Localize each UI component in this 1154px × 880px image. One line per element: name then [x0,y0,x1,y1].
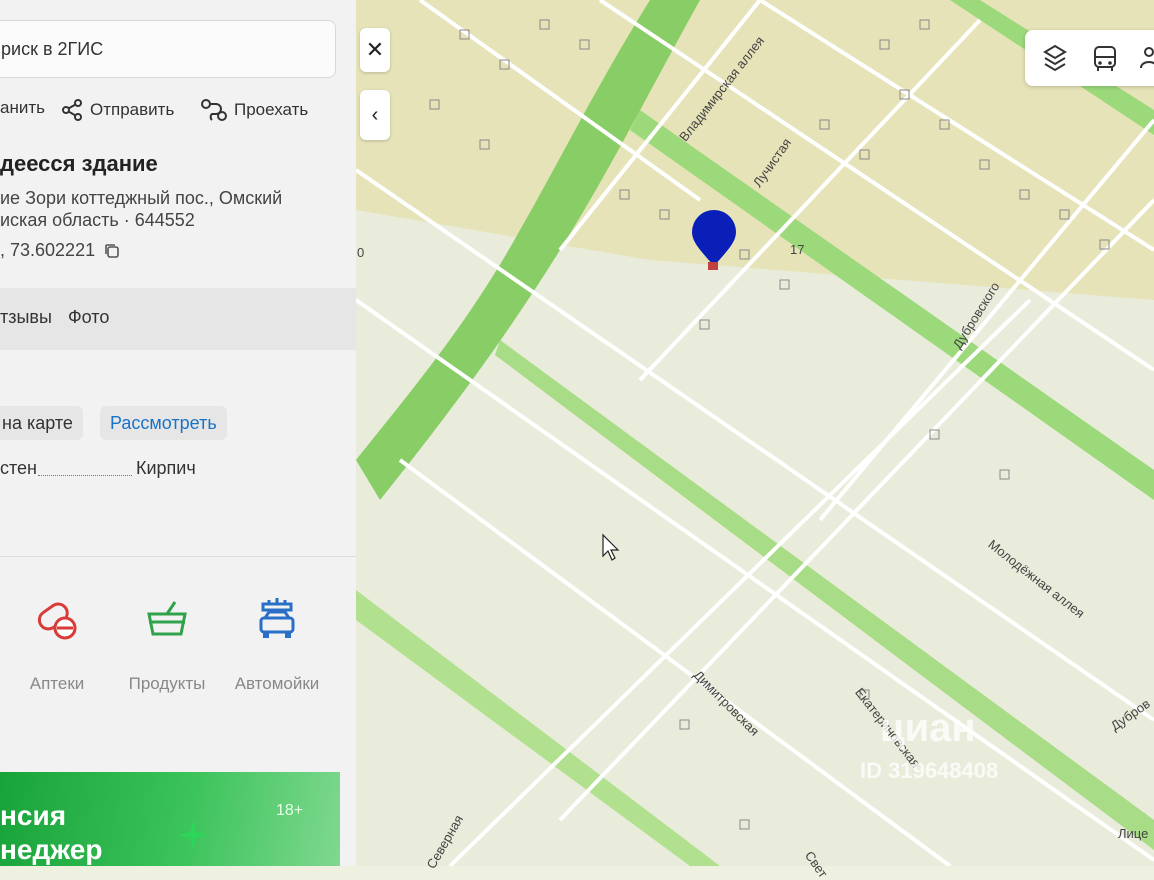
show-on-map-button[interactable]: на карте [0,406,83,440]
property-value: Кирпич [136,458,196,478]
tabs-bar: тзывы Фото [0,288,356,350]
save-button[interactable]: анить [0,98,45,118]
chevron-left-icon: ‹ [371,104,379,126]
property-label: стен [0,458,37,478]
search-input-text: риск в 2ГИС [1,39,104,59]
route-button[interactable]: Проехать [200,98,308,122]
close-button[interactable]: ✕ [360,28,390,72]
share-icon [62,99,82,121]
map-number-left: 0 [357,245,365,260]
category-label: Продукты [128,674,206,693]
view-button[interactable]: Рассмотреть [100,406,227,440]
place-title: деесся здание [0,151,158,176]
ad-line-1: нсия [0,800,67,831]
age-rating: 18+ [276,802,304,819]
category-label: Аптеки [29,674,85,693]
coordinates-text: , 73.602221 [0,240,96,260]
people-icon[interactable] [1137,42,1154,74]
share-button[interactable]: Отправить [60,98,174,122]
map-tools-bar [1025,30,1154,86]
building-number: 17 [790,242,805,257]
category-pharmacies[interactable]: Аптеки [2,596,112,694]
transport-icon[interactable] [1089,42,1121,74]
share-label: Отправить [90,100,175,119]
street-label-litse: Лице [1118,826,1149,841]
category-label: Автомойки [234,674,320,693]
watermark-id: ID 319648408 [860,758,999,783]
copy-icon[interactable] [103,242,121,260]
basket-icon [147,601,187,636]
ad-banner[interactable]: нсия неджер 18+ [0,772,340,866]
divider [0,556,356,557]
sparkle-icon [178,820,208,850]
route-label: Проехать [234,100,309,119]
search-input[interactable]: риск в 2ГИС [0,20,336,78]
route-icon [201,99,227,121]
save-label: анить [0,98,45,117]
place-card-panel: риск в 2ГИС анить Отправить Проехать дее… [0,0,356,866]
car-wash-icon [259,598,295,638]
address-line-2: иская область · 644552 [0,210,195,230]
tab-photo[interactable]: Фото [68,307,109,328]
layers-icon[interactable] [1039,42,1071,74]
category-car-wash[interactable]: Автомойки [222,596,332,694]
tab-reviews[interactable]: тзывы [0,307,52,328]
pharmacy-icon [37,602,77,640]
ad-line-2: неджер [0,834,103,865]
close-icon: ✕ [365,37,385,62]
address-line-1: ие Зори коттеджный пос., Омский [0,188,283,208]
collapse-panel-button[interactable]: ‹ [360,90,390,140]
coordinates: , 73.602221 [0,240,121,261]
watermark-brand: циан [880,706,976,750]
category-groceries[interactable]: Продукты [112,596,222,694]
property-leader-dots [38,475,132,476]
